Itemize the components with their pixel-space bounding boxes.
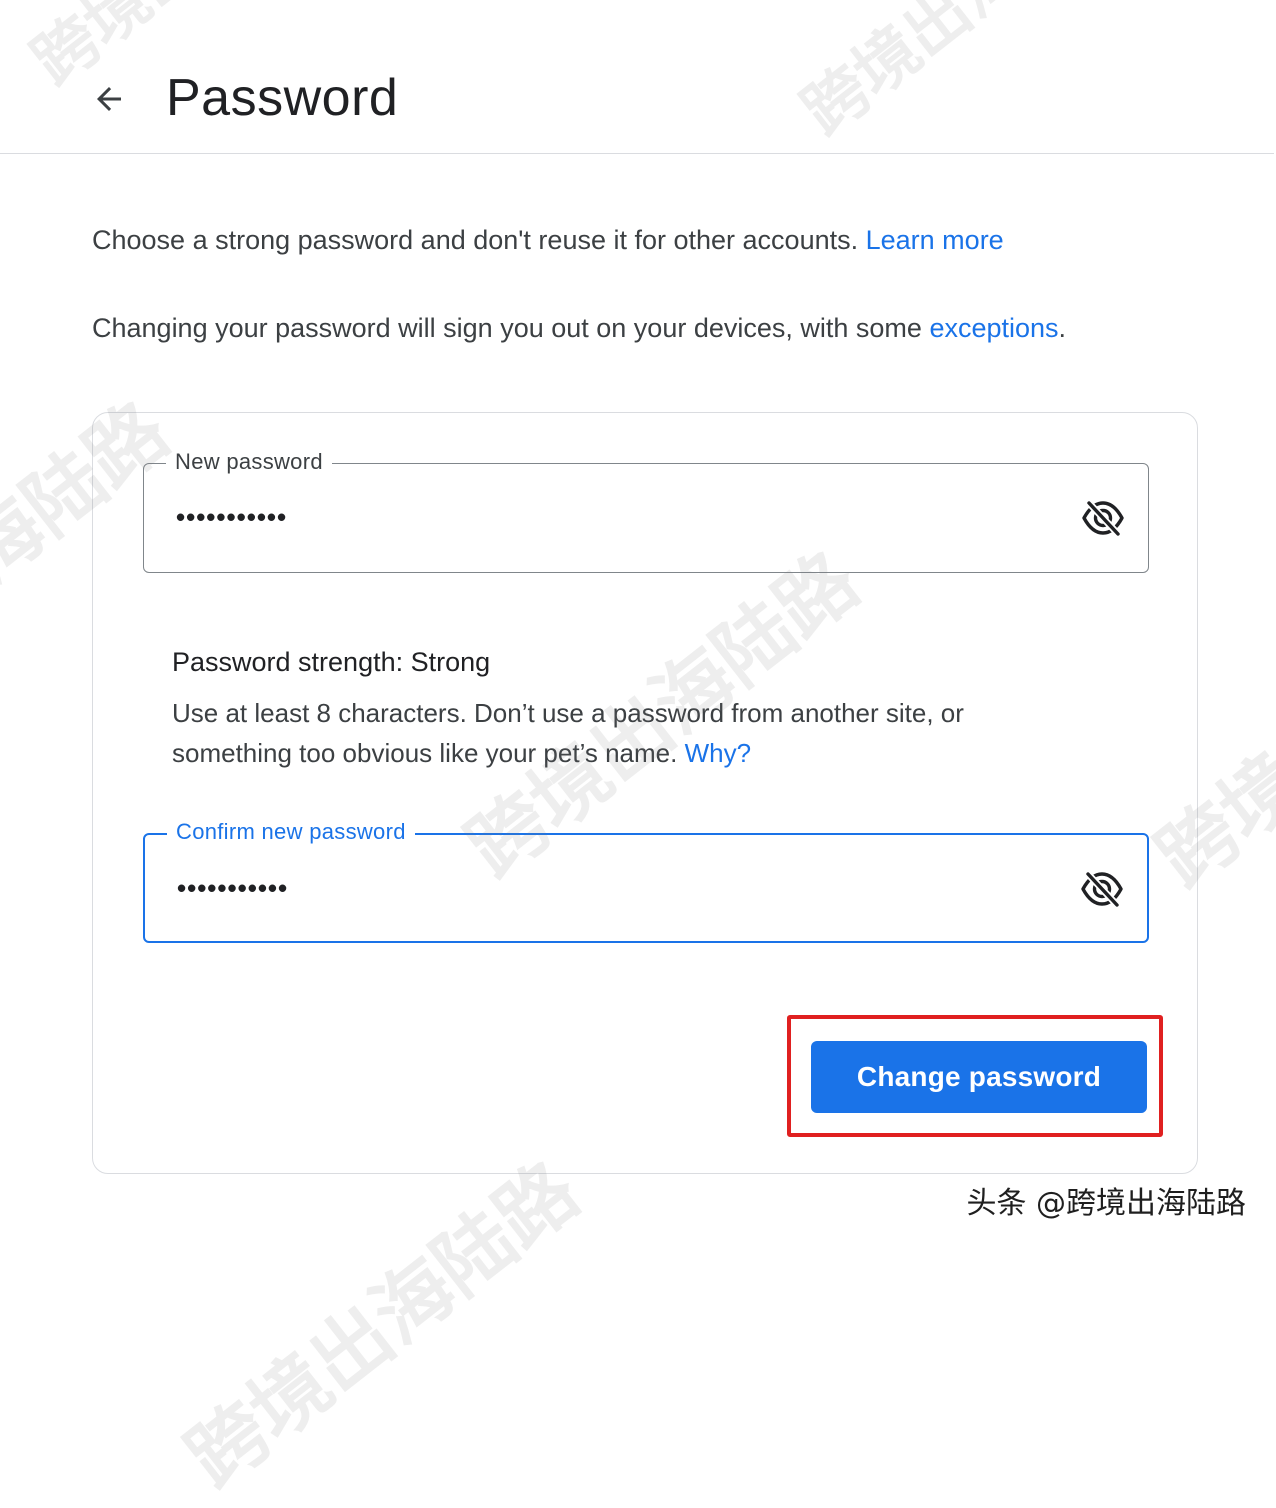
arrow-left-icon — [97, 87, 121, 111]
new-password-value[interactable]: ••••••••••• — [176, 502, 287, 532]
new-password-visibility-toggle[interactable] — [1078, 494, 1128, 542]
credit-watermark: 头条 @跨境出海陆路 — [966, 1186, 1246, 1221]
exceptions-link[interactable]: exceptions — [929, 313, 1058, 343]
confirm-password-field[interactable]: Confirm new password ••••••••••• — [143, 817, 1149, 943]
confirm-password-label: Confirm new password — [167, 817, 415, 847]
back-button[interactable] — [84, 74, 134, 124]
intro-signout-period: . — [1058, 313, 1067, 343]
eye-off-icon — [1081, 870, 1123, 909]
password-form-card: New password ••••••••••• Password streng… — [92, 412, 1198, 1174]
page-title: Password — [166, 69, 399, 127]
eye-off-icon — [1082, 499, 1124, 538]
intro-reuse-text: Choose a strong password and don't reuse… — [92, 223, 1004, 257]
password-strength-description: Use at least 8 characters. Don’t use a p… — [172, 698, 964, 768]
password-strength-title: Password strength: Strong — [172, 647, 491, 677]
intro-reuse-label: Choose a strong password and don't reuse… — [92, 225, 859, 255]
learn-more-link[interactable]: Learn more — [866, 225, 1004, 255]
intro-signout-text: Changing your password will sign you out… — [92, 311, 1066, 345]
password-strength-hint: Use at least 8 characters. Don’t use a p… — [172, 693, 1072, 773]
confirm-password-visibility-toggle[interactable] — [1077, 865, 1127, 913]
confirm-password-value[interactable]: ••••••••••• — [177, 873, 288, 903]
intro-signout-label: Changing your password will sign you out… — [92, 313, 922, 343]
watermark-text: 跨境出海陆路 — [171, 1146, 596, 1506]
change-password-button[interactable]: Change password — [811, 1041, 1147, 1113]
new-password-field[interactable]: New password ••••••••••• — [143, 447, 1149, 573]
why-link[interactable]: Why? — [685, 738, 751, 768]
new-password-label: New password — [166, 447, 332, 477]
page-header: Password — [0, 0, 1274, 154]
